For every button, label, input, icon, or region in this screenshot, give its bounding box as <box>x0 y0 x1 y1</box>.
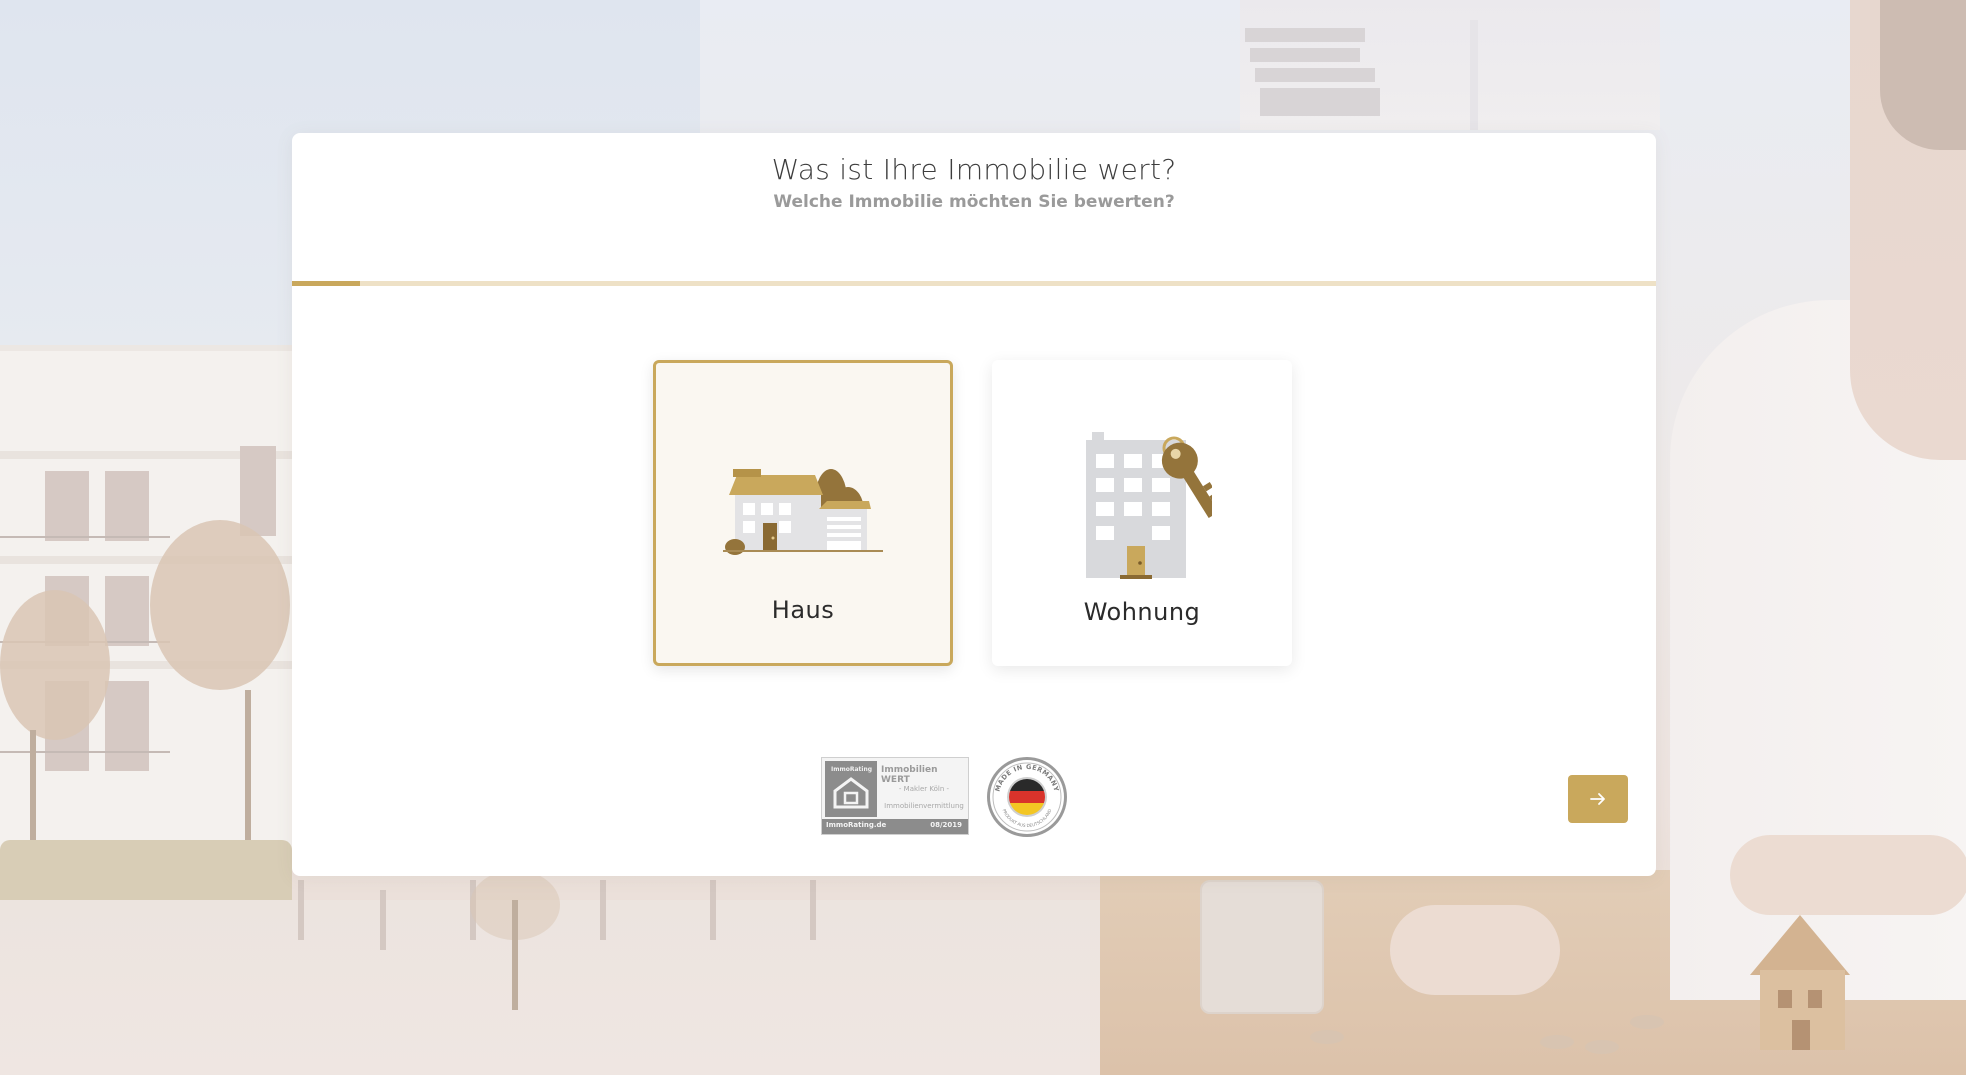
progress-bar <box>292 281 1656 286</box>
immorating-title: Immobilien WERT <box>881 765 938 785</box>
option-haus-label: Haus <box>771 596 835 624</box>
progress-bar-fill <box>292 281 361 286</box>
option-wohnung-label: Wohnung <box>1083 598 1201 626</box>
immorating-seal: ImmoRating Immobilien WERT - Makler Köln… <box>821 757 969 835</box>
immorating-line1: - Makler Köln - <box>898 785 950 793</box>
immorating-footer: ImmoRating.de 08/2019 <box>822 819 968 834</box>
immorating-site: ImmoRating.de <box>826 821 887 829</box>
immorating-line2: Immobilienvermittlung <box>884 802 964 810</box>
page-title: Was ist Ihre Immobilie wert? <box>771 153 1177 186</box>
valuation-card: Was ist Ihre Immobilie wert? Welche Immo… <box>292 133 1656 876</box>
page-subtitle: Welche Immobilie möchten Sie bewerten? <box>773 192 1175 212</box>
apartment-key-icon <box>1086 432 1212 579</box>
made-in-germany-seal: MADE IN GERMANY PRODUKT AUS DEUTSCHLAND <box>987 757 1067 837</box>
house-icon <box>723 469 883 555</box>
option-haus[interactable]: Haus <box>653 360 953 666</box>
immorating-date: 08/2019 <box>930 821 962 829</box>
next-button[interactable] <box>1568 775 1628 823</box>
arrow-right-icon <box>1590 793 1605 805</box>
immorating-logo: ImmoRating <box>825 761 877 817</box>
option-wohnung[interactable]: Wohnung <box>992 360 1292 666</box>
page: Was ist Ihre Immobilie wert? Welche Immo… <box>0 0 1966 1075</box>
immorating-logo-icon <box>833 777 869 809</box>
